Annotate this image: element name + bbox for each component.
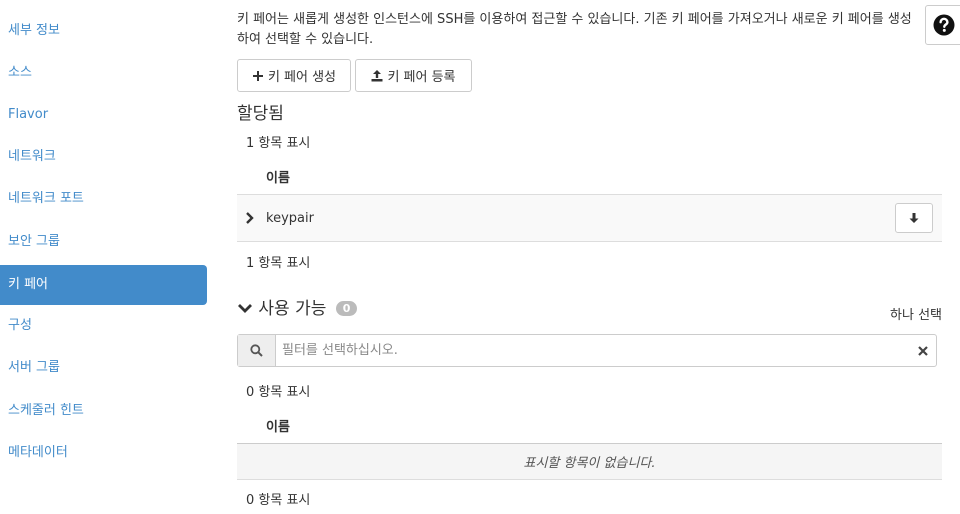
help-button[interactable] (925, 5, 960, 45)
sidebar-item-details[interactable]: 세부 정보 (0, 11, 207, 51)
key-pair-name: keypair (266, 210, 314, 226)
create-key-pair-button[interactable]: 키 페어 생성 (237, 59, 351, 92)
allocated-column-name[interactable]: 이름 (266, 167, 290, 186)
filter-box (237, 334, 937, 367)
select-one-hint: 하나 선택 (890, 308, 942, 323)
chevron-right-icon[interactable] (245, 195, 255, 241)
sidebar-item-server-groups[interactable]: 서버 그룹 (0, 348, 207, 388)
question-circle-icon (933, 14, 955, 36)
arrow-down-icon (909, 213, 919, 223)
allocated-count-bottom: 1 항목 표시 (246, 256, 311, 271)
import-key-pair-button[interactable]: 키 페어 등록 (355, 59, 472, 92)
available-title-toggle[interactable]: 사용 가능 0 (237, 294, 358, 319)
available-count-bottom: 0 항목 표시 (246, 493, 311, 508)
key-pair-panel: 키 페어는 새롭게 생성한 인스턴스에 SSH를 이용하여 접근할 수 있습니다… (237, 0, 942, 514)
plus-icon (252, 70, 263, 81)
search-icon (238, 335, 276, 366)
sidebar-item-flavor[interactable]: Flavor (0, 95, 207, 135)
chevron-down-icon (238, 304, 252, 313)
filter-input[interactable] (282, 335, 902, 366)
sidebar-item-scheduler-hints[interactable]: 스케줄러 힌트 (0, 391, 207, 431)
deallocate-button[interactable] (895, 203, 933, 233)
upload-icon (371, 69, 383, 81)
table-row: keypair (237, 194, 942, 242)
sidebar-item-key-pair[interactable]: 키 페어 (0, 265, 207, 305)
allocated-title: 할당됨 (237, 104, 284, 124)
import-key-pair-label: 키 페어 등록 (387, 70, 456, 85)
sidebar-item-security-groups[interactable]: 보안 그룹 (0, 222, 207, 262)
sidebar-item-network-ports[interactable]: 네트워크 포트 (0, 179, 207, 219)
available-count-top: 0 항목 표시 (246, 385, 311, 400)
create-key-pair-label: 키 페어 생성 (267, 70, 337, 85)
sidebar-item-metadata[interactable]: 메타데이터 (0, 433, 207, 473)
sidebar-item-network[interactable]: 네트워크 (0, 137, 207, 177)
allocated-count-top: 1 항목 표시 (246, 136, 311, 151)
panel-description: 키 페어는 새롭게 생성한 인스턴스에 SSH를 이용하여 접근할 수 있습니다… (237, 12, 912, 47)
sidebar-item-source[interactable]: 소스 (0, 53, 207, 93)
available-title: 사용 가능 (258, 299, 327, 319)
clear-filter-icon[interactable] (918, 335, 928, 366)
wizard-sidebar: 세부 정보 소스 Flavor 네트워크 네트워크 포트 보안 그룹 키 페어 … (0, 0, 207, 514)
sidebar-item-configuration[interactable]: 구성 (0, 306, 207, 346)
available-column-name[interactable]: 이름 (266, 416, 290, 435)
empty-message: 표시할 항목이 없습니다. (237, 443, 942, 480)
available-count-badge: 0 (335, 300, 358, 316)
